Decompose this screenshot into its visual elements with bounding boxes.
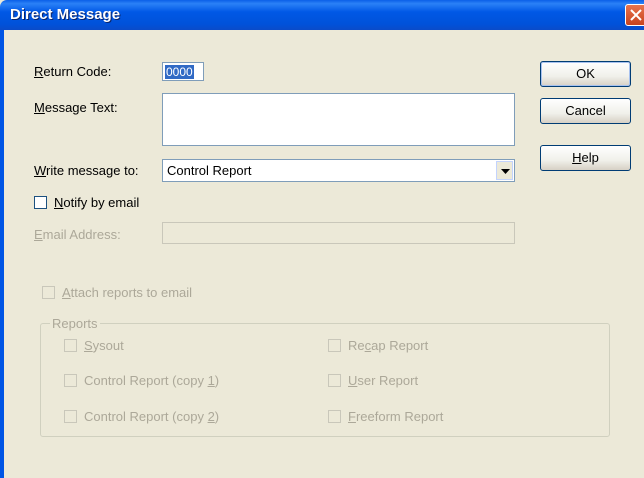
user-report-checkbox bbox=[328, 374, 341, 387]
message-text-input[interactable] bbox=[162, 93, 515, 146]
notify-checkbox[interactable] bbox=[34, 196, 47, 209]
notify-label[interactable]: Notify by email bbox=[54, 195, 139, 210]
reports-group-label: Reports bbox=[50, 316, 100, 331]
freeform-report-label: Freeform Report bbox=[348, 409, 444, 424]
window-frame-left bbox=[0, 30, 4, 478]
control-report-copy1-checkbox bbox=[64, 374, 77, 387]
recap-report-label: Recap Report bbox=[348, 338, 429, 353]
email-address-input bbox=[162, 222, 515, 244]
control-report-copy2-label: Control Report (copy 2) bbox=[84, 409, 220, 424]
attach-reports-label: Attach reports to email bbox=[62, 285, 193, 300]
message-text-label: Message Text: bbox=[34, 100, 118, 115]
cancel-button[interactable]: Cancel bbox=[540, 98, 631, 124]
user-report-label: User Report bbox=[348, 373, 419, 388]
write-to-select[interactable]: Control Report bbox=[162, 159, 515, 182]
sysout-label: Sysout bbox=[84, 338, 124, 353]
freeform-report-checkbox bbox=[328, 410, 341, 423]
close-button[interactable] bbox=[625, 4, 644, 26]
help-button[interactable]: Help bbox=[540, 145, 631, 171]
chevron-down-icon bbox=[501, 169, 510, 174]
return-code-value: 0000 bbox=[165, 65, 194, 79]
dropdown-button[interactable] bbox=[496, 161, 513, 180]
return-code-label: Return Code: bbox=[34, 64, 112, 79]
sysout-checkbox bbox=[64, 339, 77, 352]
return-code-input[interactable]: 0000 bbox=[162, 62, 204, 81]
close-icon bbox=[630, 9, 642, 21]
title-bar[interactable]: Direct Message bbox=[0, 0, 644, 30]
write-to-label: Write message to: bbox=[34, 163, 139, 178]
control-report-copy2-checkbox bbox=[64, 410, 77, 423]
control-report-copy1-label: Control Report (copy 1) bbox=[84, 373, 220, 388]
window-title: Direct Message bbox=[10, 6, 121, 23]
email-address-label: Email Address: bbox=[34, 227, 121, 242]
ok-button[interactable]: OK bbox=[540, 61, 631, 87]
recap-report-checkbox bbox=[328, 339, 341, 352]
attach-reports-checkbox bbox=[42, 286, 55, 299]
write-to-selected-value: Control Report bbox=[167, 163, 252, 178]
